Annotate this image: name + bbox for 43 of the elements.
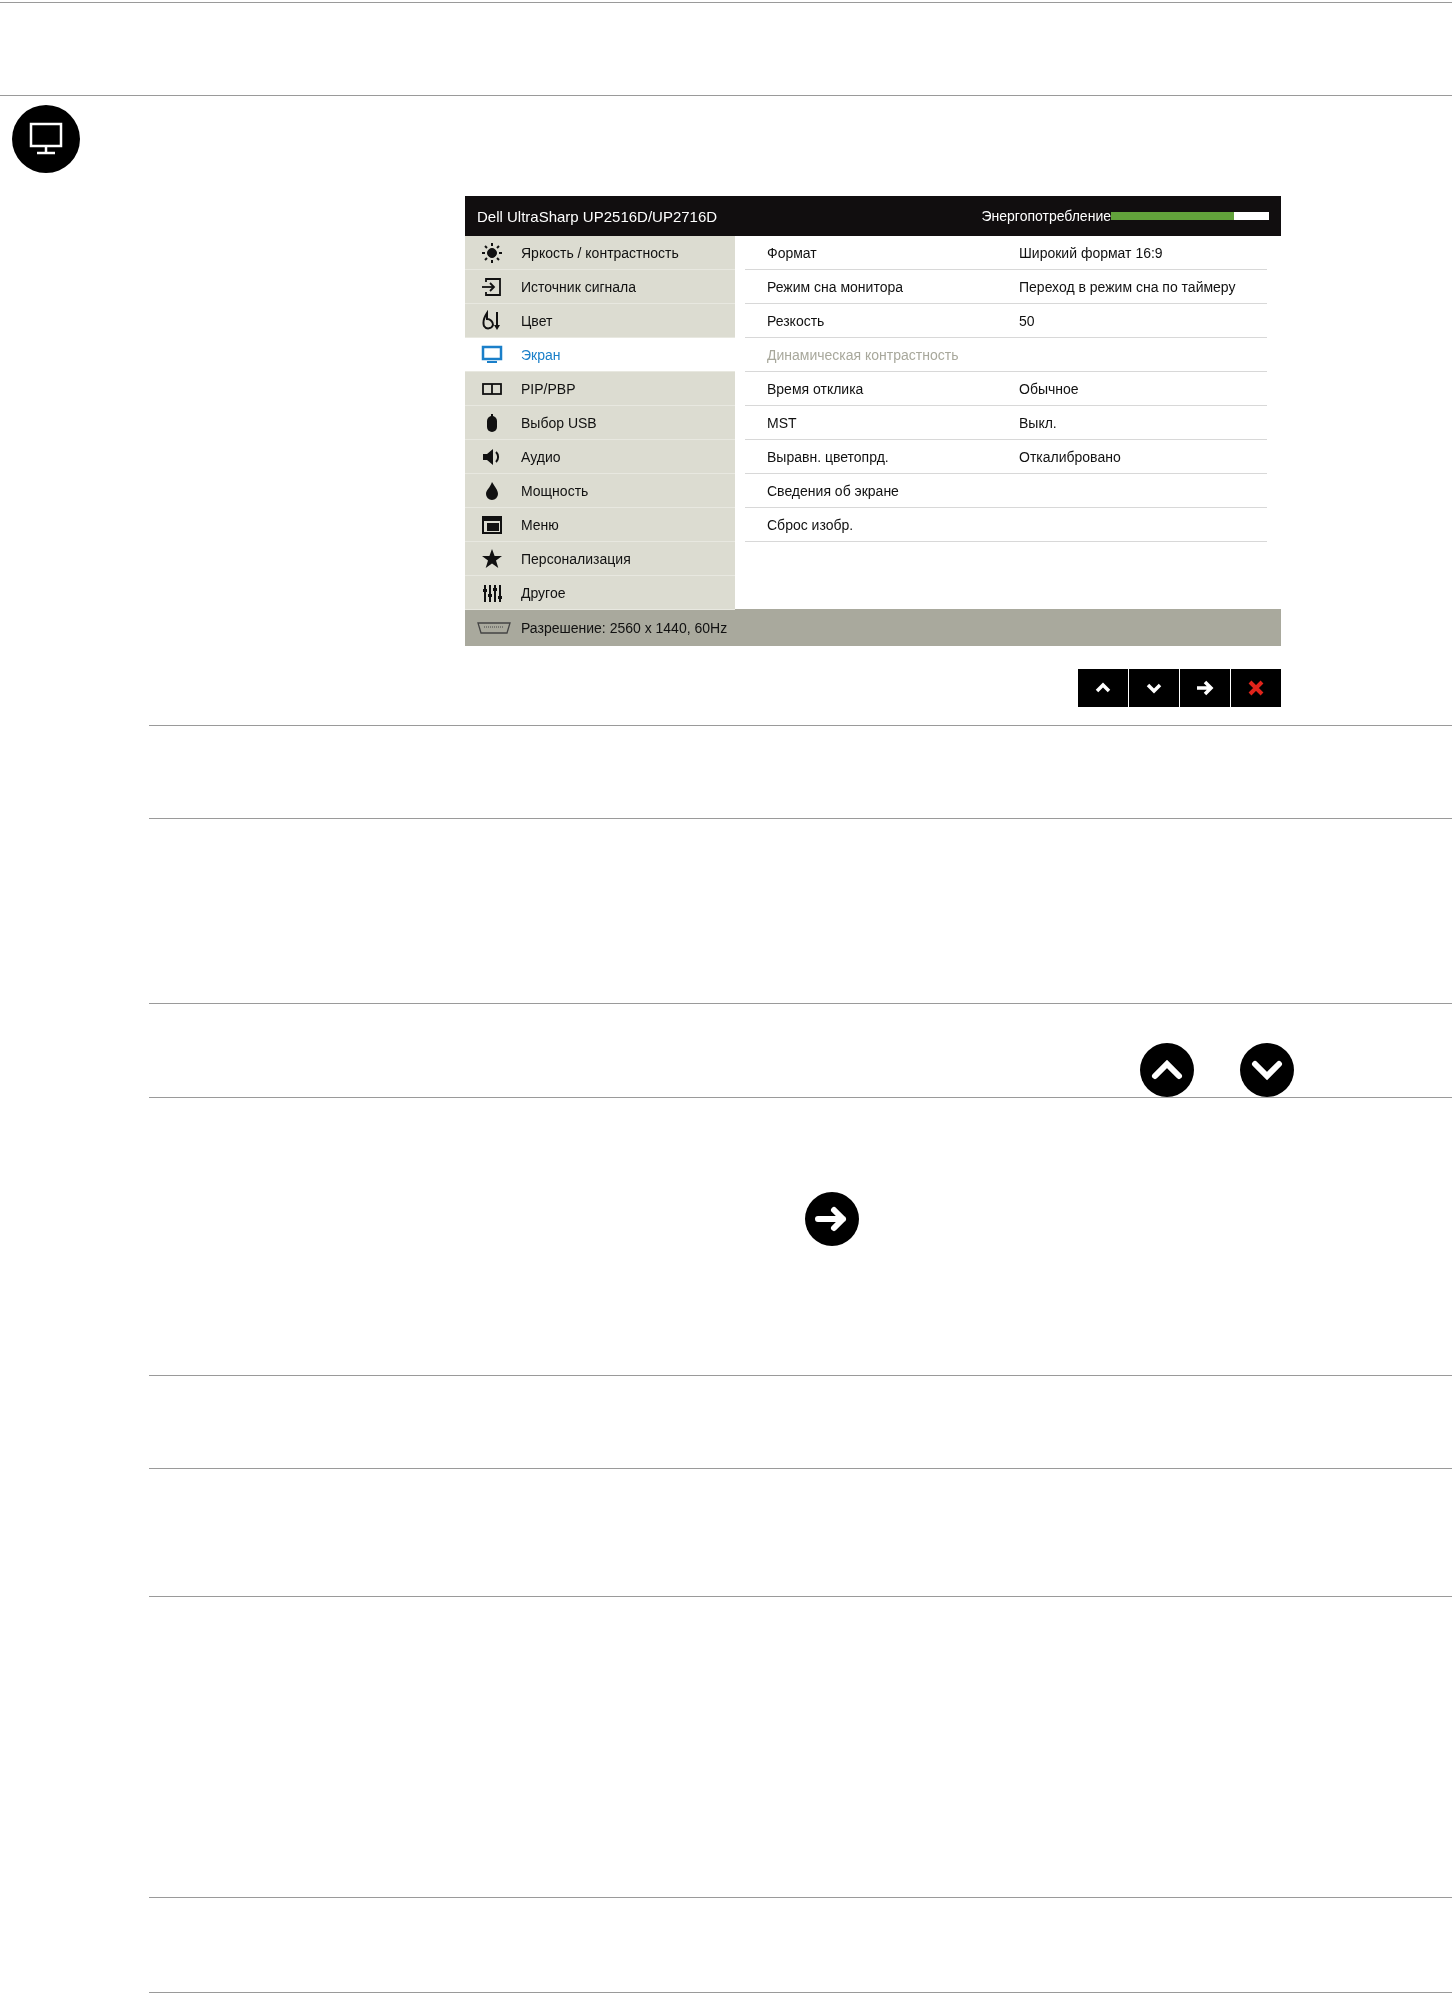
setting-label[interactable]: MST bbox=[745, 414, 1019, 431]
monitor-title: Dell UltraSharp UP2516D/UP2716D bbox=[477, 207, 718, 225]
menu-item[interactable]: Персонализация bbox=[465, 542, 735, 576]
menu-item[interactable]: Меню bbox=[465, 508, 735, 542]
down-circle-icon bbox=[1240, 1043, 1294, 1097]
setting-value: Выкл. bbox=[1019, 414, 1057, 431]
menu-item[interactable]: Выбор USB bbox=[465, 406, 735, 440]
menu-item[interactable]: Яркость / контрастность bbox=[465, 236, 735, 270]
monitor-icon bbox=[481, 343, 503, 366]
setting-value: Переход в режим сна по таймеру bbox=[1019, 278, 1236, 295]
menu-item[interactable]: Источник сигнала bbox=[465, 270, 735, 304]
setting-value: Обычное bbox=[1019, 380, 1079, 397]
arrow-right-icon bbox=[1195, 678, 1215, 698]
port-icon bbox=[477, 621, 511, 634]
resolution-text: Разрешение: 2560 x 1440, 60Hz bbox=[521, 619, 728, 636]
monitor-icon bbox=[12, 105, 80, 173]
menu-item[interactable]: Аудио bbox=[465, 440, 735, 474]
down-button[interactable] bbox=[1129, 669, 1179, 707]
up-button[interactable] bbox=[1078, 669, 1128, 707]
setting-label[interactable]: Сброс изобр. bbox=[745, 516, 1019, 533]
menu-item[interactable]: PIP/PBP bbox=[465, 372, 735, 406]
setting-label[interactable]: Время отклика bbox=[745, 380, 1019, 397]
setting-value: Откалибровано bbox=[1019, 448, 1121, 465]
setting-label[interactable]: Выравн. цветопрд. bbox=[745, 448, 1019, 465]
setting-value: Широкий формат 16:9 bbox=[1019, 244, 1163, 261]
star-icon bbox=[481, 547, 503, 570]
input-icon bbox=[481, 275, 503, 298]
arrow-right-circle-icon bbox=[805, 1192, 859, 1246]
brightness-icon bbox=[481, 241, 503, 264]
right-button[interactable] bbox=[1180, 669, 1230, 707]
setting-label[interactable]: Сведения об экране bbox=[745, 482, 1019, 499]
power-label: Энергопотребление bbox=[981, 208, 1111, 224]
menu-item[interactable]: Мощность bbox=[465, 474, 735, 508]
close-icon bbox=[1246, 678, 1266, 698]
up-circle-icon bbox=[1140, 1043, 1194, 1097]
setting-value: 50 bbox=[1019, 312, 1035, 329]
setting-label[interactable]: Режим сна монитора bbox=[745, 278, 1019, 295]
close-button[interactable] bbox=[1231, 669, 1281, 707]
window-icon bbox=[481, 513, 503, 536]
menu-item[interactable]: Другое bbox=[465, 576, 735, 610]
setting-label[interactable]: Резкость bbox=[745, 312, 1019, 329]
setting-label[interactable]: Формат bbox=[745, 244, 1019, 261]
menu-item[interactable]: Цвет bbox=[465, 304, 735, 338]
